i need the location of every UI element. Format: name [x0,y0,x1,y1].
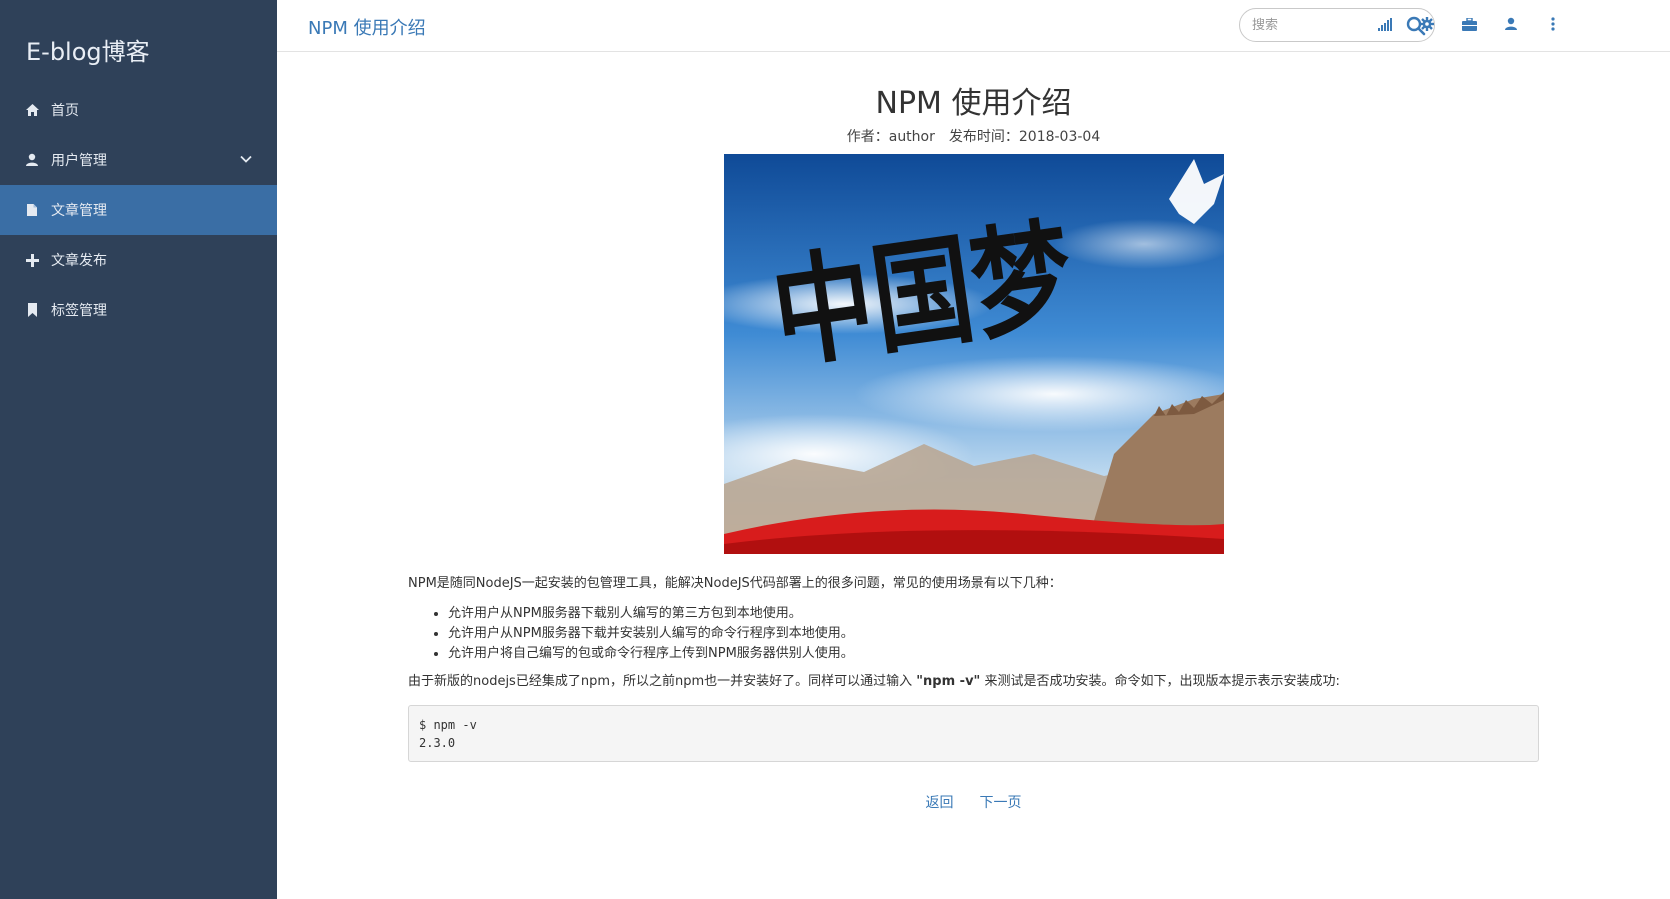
sidebar-item-label: 标签管理 [51,303,107,319]
article-date: 发布时间：2018-03-04 [948,129,1101,145]
code-line: 2.3.0 [419,736,456,750]
article-meta: 作者：author 发布时间：2018-03-04 [277,126,1670,146]
sidebar-item-label: 文章管理 [51,203,107,219]
article-paragraph: 由于新版的nodejs已经集成了npm，所以之前npm也一并安装好了。同样可以通… [408,672,1539,692]
article: NPM 使用介绍 作者：author 发布时间：2018-03-04 中国梦 N… [277,52,1670,899]
chevron-down-icon[interactable] [239,152,253,166]
search-box [1239,8,1435,42]
article-author: 作者：author [846,129,935,145]
code-block: $ npm -v 2.3.0 [408,705,1539,762]
user-icon[interactable] [1501,14,1521,34]
article-paragraph: NPM是随同NodeJS一起安装的包管理工具，能解决NodeJS代码部署上的很多… [408,576,1062,591]
sidebar-item-label: 文章发布 [51,253,107,269]
sidebar-nav: 首页 用户管理 文章管理 文章发布 标签管理 [0,85,277,335]
list-item: 允许用户从NPM服务器下载并安装别人编写的命令行程序到本地使用。 [448,624,1539,644]
sidebar-item-tag-management[interactable]: 标签管理 [0,285,277,335]
briefcase-icon[interactable] [1459,14,1479,34]
sidebar-item-article-management[interactable]: 文章管理 [0,185,277,235]
article-cover-image: 中国梦 [724,154,1224,554]
signal-icon[interactable] [1375,14,1395,34]
user-icon [24,152,40,168]
file-icon [24,202,40,218]
home-icon [24,102,40,118]
list-item: 允许用户将自己编写的包或命令行程序上传到NPM服务器供别人使用。 [448,644,1539,664]
article-list: 允许用户从NPM服务器下载别人编写的第三方包到本地使用。 允许用户从NPM服务器… [448,604,1539,664]
article-title: NPM 使用介绍 [875,86,1072,121]
sidebar-item-label: 首页 [51,103,79,119]
back-link[interactable]: 返回 [926,795,954,811]
bookmark-icon [24,302,40,318]
sidebar: E-blog博客 首页 用户管理 文章管理 文章发布 标签管理 [0,0,277,899]
gear-icon[interactable] [1417,14,1437,34]
sidebar-item-home[interactable]: 首页 [0,85,277,135]
plus-icon [24,252,40,268]
next-page-link[interactable]: 下一页 [980,795,1022,811]
top-navbar: NPM 使用介绍 [277,0,1670,52]
paragraph-text: 来测试是否成功安装。命令如下，出现版本提示表示安装成功: [980,674,1340,689]
sidebar-item-user-management[interactable]: 用户管理 [0,135,277,185]
page-title[interactable]: NPM 使用介绍 [308,14,426,40]
code-line: $ npm -v [419,718,477,732]
more-vertical-icon[interactable] [1543,14,1563,34]
paragraph-text: 由于新版的nodejs已经集成了npm，所以之前npm也一并安装好了。同样可以通… [408,674,917,689]
brand-logo[interactable]: E-blog博客 [26,32,150,67]
pager: 返回 下一页 [277,792,1670,812]
article-body: NPM是随同NodeJS一起安装的包管理工具，能解决NodeJS代码部署上的很多… [408,574,1539,692]
list-item: 允许用户从NPM服务器下载别人编写的第三方包到本地使用。 [448,604,1539,624]
sidebar-item-label: 用户管理 [51,153,107,169]
paragraph-bold-command: "npm -v" [916,674,981,689]
sidebar-item-publish-article[interactable]: 文章发布 [0,235,277,285]
